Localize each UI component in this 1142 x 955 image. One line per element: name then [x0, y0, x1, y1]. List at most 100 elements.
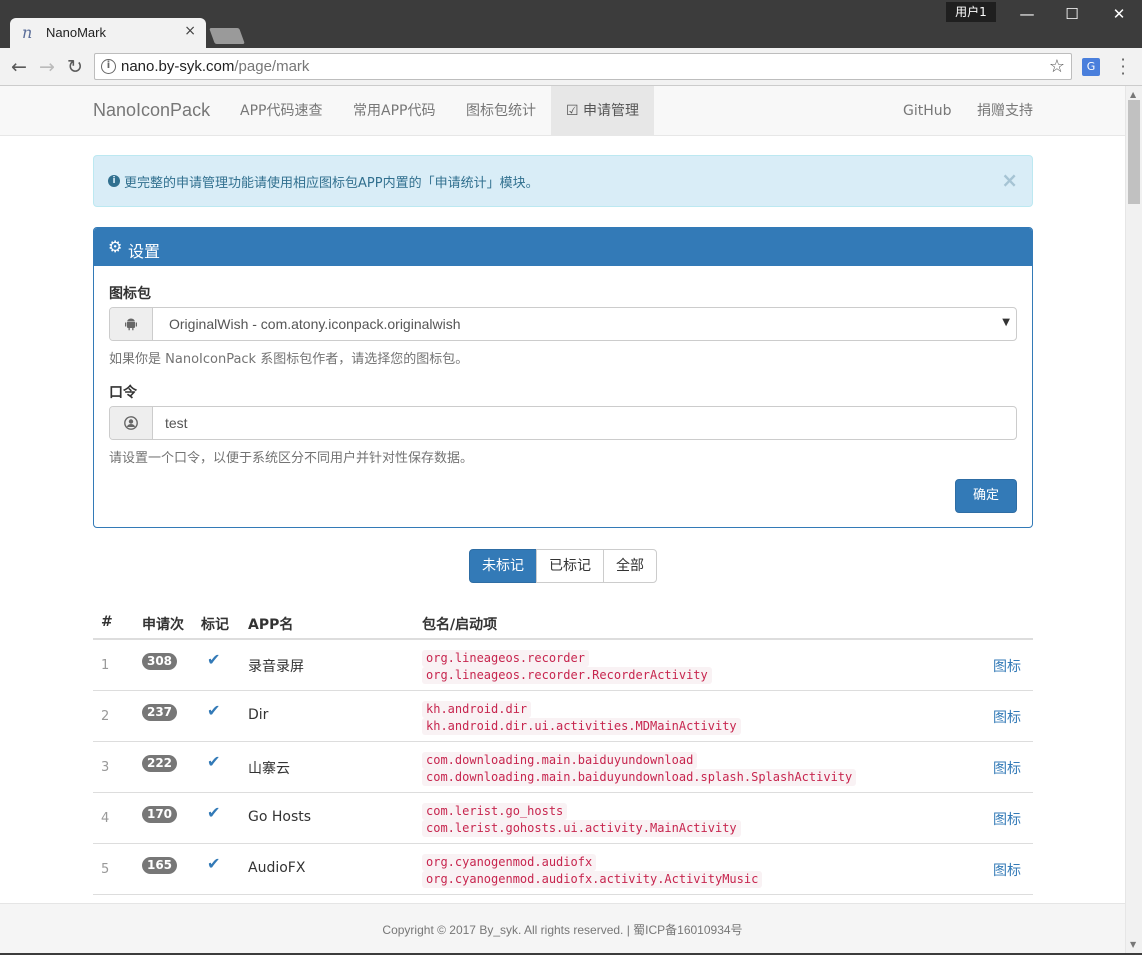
- scroll-up-arrow-icon[interactable]: ▲: [1130, 90, 1136, 99]
- launcher-activity: com.downloading.main.baiduyundownload.sp…: [422, 769, 857, 786]
- alert-message: 更完整的申请管理功能请使用相应图标包APP内置的「申请统计」模块。: [124, 176, 539, 191]
- icon-link[interactable]: 图标: [993, 656, 1021, 676]
- nav-github[interactable]: GitHub: [888, 86, 967, 136]
- check-icon[interactable]: ✔: [207, 650, 220, 669]
- request-count-badge: 308: [142, 653, 177, 670]
- header-package: 包名/启动项: [422, 617, 498, 633]
- gear-icon: ⚙: [108, 237, 123, 256]
- scrollbar-thumb[interactable]: [1128, 100, 1140, 204]
- url-text: nano.by-syk.com/page/mark: [121, 58, 309, 75]
- maximize-icon[interactable]: ☐: [1057, 4, 1087, 24]
- back-arrow-icon[interactable]: ←: [8, 56, 30, 78]
- info-circle-icon: i: [108, 175, 120, 187]
- iconpack-help: 如果你是 NanoIconPack 系图标包作者，请选择您的图标包。: [109, 352, 469, 367]
- android-icon: [110, 308, 153, 340]
- tab-close-icon[interactable]: ×: [184, 23, 196, 39]
- nav-request-management[interactable]: ☑ 申请管理: [551, 86, 655, 136]
- user-profile-badge[interactable]: 用户1: [946, 2, 996, 22]
- url-path: /page/mark: [234, 58, 310, 75]
- page-footer: Copyright © 2017 By_syk. All rights rese…: [0, 903, 1125, 953]
- check-icon[interactable]: ✔: [207, 803, 220, 822]
- table-row: 1 308 ✔ 录音录屏 org.lineageos.recorder org.…: [93, 640, 1033, 691]
- row-index: 1: [101, 658, 110, 673]
- forward-arrow-icon[interactable]: →: [36, 56, 58, 78]
- iconpack-label: 图标包: [109, 286, 151, 302]
- launcher-activity: org.lineageos.recorder.RecorderActivity: [422, 667, 712, 684]
- copyright-text: Copyright © 2017 By_syk. All rights rese…: [382, 923, 743, 937]
- package-name: org.cyanogenmod.audiofx: [422, 854, 597, 871]
- nav-common-app-codes[interactable]: 常用APP代码: [338, 86, 450, 136]
- request-count-badge: 170: [142, 806, 177, 823]
- icon-link[interactable]: 图标: [993, 860, 1021, 880]
- header-app-name: APP名: [248, 617, 294, 633]
- check-icon[interactable]: ✔: [207, 854, 220, 873]
- app-name: AudioFX: [248, 860, 306, 876]
- app-name: Dir: [248, 707, 269, 723]
- row-index: 2: [101, 709, 110, 724]
- alert-close-icon[interactable]: ×: [1001, 168, 1018, 192]
- row-index: 3: [101, 760, 110, 775]
- page-viewport: NanoIconPack APP代码速查 常用APP代码 图标包统计 ☑ 申请管…: [0, 86, 1125, 953]
- title-bar: n NanoMark × 用户1 — ☐ ✕: [0, 0, 1142, 48]
- package-name: kh.android.dir: [422, 701, 532, 718]
- table-row: 4 170 ✔ Go Hosts com.lerist.go_hosts com…: [93, 793, 1033, 844]
- top-navbar: NanoIconPack APP代码速查 常用APP代码 图标包统计 ☑ 申请管…: [0, 86, 1125, 136]
- translate-icon[interactable]: G: [1082, 58, 1100, 76]
- package-name: com.lerist.go_hosts: [422, 803, 568, 820]
- vertical-scrollbar[interactable]: ▲ ▼: [1125, 86, 1142, 953]
- browser-menu-icon[interactable]: · · ·: [1118, 52, 1128, 82]
- table-row: 3 222 ✔ 山寨云 com.downloading.main.baiduyu…: [93, 742, 1033, 793]
- token-input[interactable]: test: [109, 406, 1017, 440]
- browser-chrome: n NanoMark × 用户1 — ☐ ✕ ← → ↻ i nano.by-s…: [0, 0, 1142, 86]
- filter-all[interactable]: 全部: [603, 549, 657, 583]
- reload-icon[interactable]: ↻: [64, 56, 86, 78]
- scroll-down-arrow-icon[interactable]: ▼: [1130, 940, 1136, 949]
- launcher-activity: kh.android.dir.ui.activities.MDMainActiv…: [422, 718, 741, 735]
- settings-title: 设置: [128, 242, 161, 261]
- confirm-button[interactable]: 确定: [955, 479, 1017, 513]
- settings-panel-heading: ⚙ 设置: [94, 228, 1032, 266]
- bookmark-star-icon[interactable]: ☆: [1049, 56, 1065, 77]
- row-index: 4: [101, 811, 110, 826]
- table-row: 2 237 ✔ Dir kh.android.dir kh.android.di…: [93, 691, 1033, 742]
- icon-link[interactable]: 图标: [993, 809, 1021, 829]
- filter-marked[interactable]: 已标记: [536, 549, 604, 583]
- nav-iconpack-stats[interactable]: 图标包统计: [451, 86, 551, 136]
- nav-donate[interactable]: 捐赠支持: [962, 86, 1048, 136]
- nanomark-favicon-icon: n: [22, 23, 33, 42]
- header-index: #: [101, 614, 113, 630]
- chevron-down-icon: ▼: [1002, 317, 1010, 328]
- app-name: 山寨云: [248, 761, 290, 777]
- browser-tab[interactable]: n NanoMark ×: [10, 18, 206, 48]
- url-host: nano.by-syk.com: [121, 58, 235, 75]
- close-window-icon[interactable]: ✕: [1104, 4, 1134, 24]
- navbar-brand[interactable]: NanoIconPack: [93, 100, 210, 121]
- site-info-icon[interactable]: i: [101, 59, 116, 74]
- icon-link[interactable]: 图标: [993, 707, 1021, 727]
- filter-unmarked[interactable]: 未标记: [469, 549, 537, 583]
- check-icon[interactable]: ✔: [207, 701, 220, 720]
- icon-link[interactable]: 图标: [993, 758, 1021, 778]
- header-count: 申请次: [142, 617, 184, 633]
- nav-app-code-lookup[interactable]: APP代码速查: [225, 86, 337, 136]
- checkbox-icon: ☑: [566, 103, 584, 119]
- app-name: 录音录屏: [248, 659, 304, 675]
- app-name: Go Hosts: [248, 809, 312, 825]
- row-index: 5: [101, 862, 110, 877]
- iconpack-select[interactable]: OriginalWish - com.atony.iconpack.origin…: [109, 307, 1017, 341]
- package-name: com.downloading.main.baiduyundownload: [422, 752, 698, 769]
- request-count-badge: 165: [142, 857, 177, 874]
- request-count-badge: 222: [142, 755, 177, 772]
- iconpack-selected-value: OriginalWish - com.atony.iconpack.origin…: [169, 316, 461, 332]
- browser-toolbar: ← → ↻ i nano.by-syk.com/page/mark ☆ G · ·…: [0, 48, 1142, 86]
- table-row: 5 165 ✔ AudioFX org.cyanogenmod.audiofx …: [93, 844, 1033, 895]
- launcher-activity: com.lerist.gohosts.ui.activity.MainActiv…: [422, 820, 741, 837]
- token-label: 口令: [109, 385, 137, 401]
- new-tab-button[interactable]: [209, 28, 245, 44]
- check-icon[interactable]: ✔: [207, 752, 220, 771]
- address-bar[interactable]: i nano.by-syk.com/page/mark ☆: [94, 53, 1072, 80]
- settings-panel: ⚙ 设置 图标包 OriginalWish - com.atony.iconpa…: [93, 227, 1033, 528]
- minimize-icon[interactable]: —: [1012, 4, 1042, 24]
- info-alert: i 更完整的申请管理功能请使用相应图标包APP内置的「申请统计」模块。 ×: [93, 155, 1033, 207]
- header-mark: 标记: [201, 617, 229, 633]
